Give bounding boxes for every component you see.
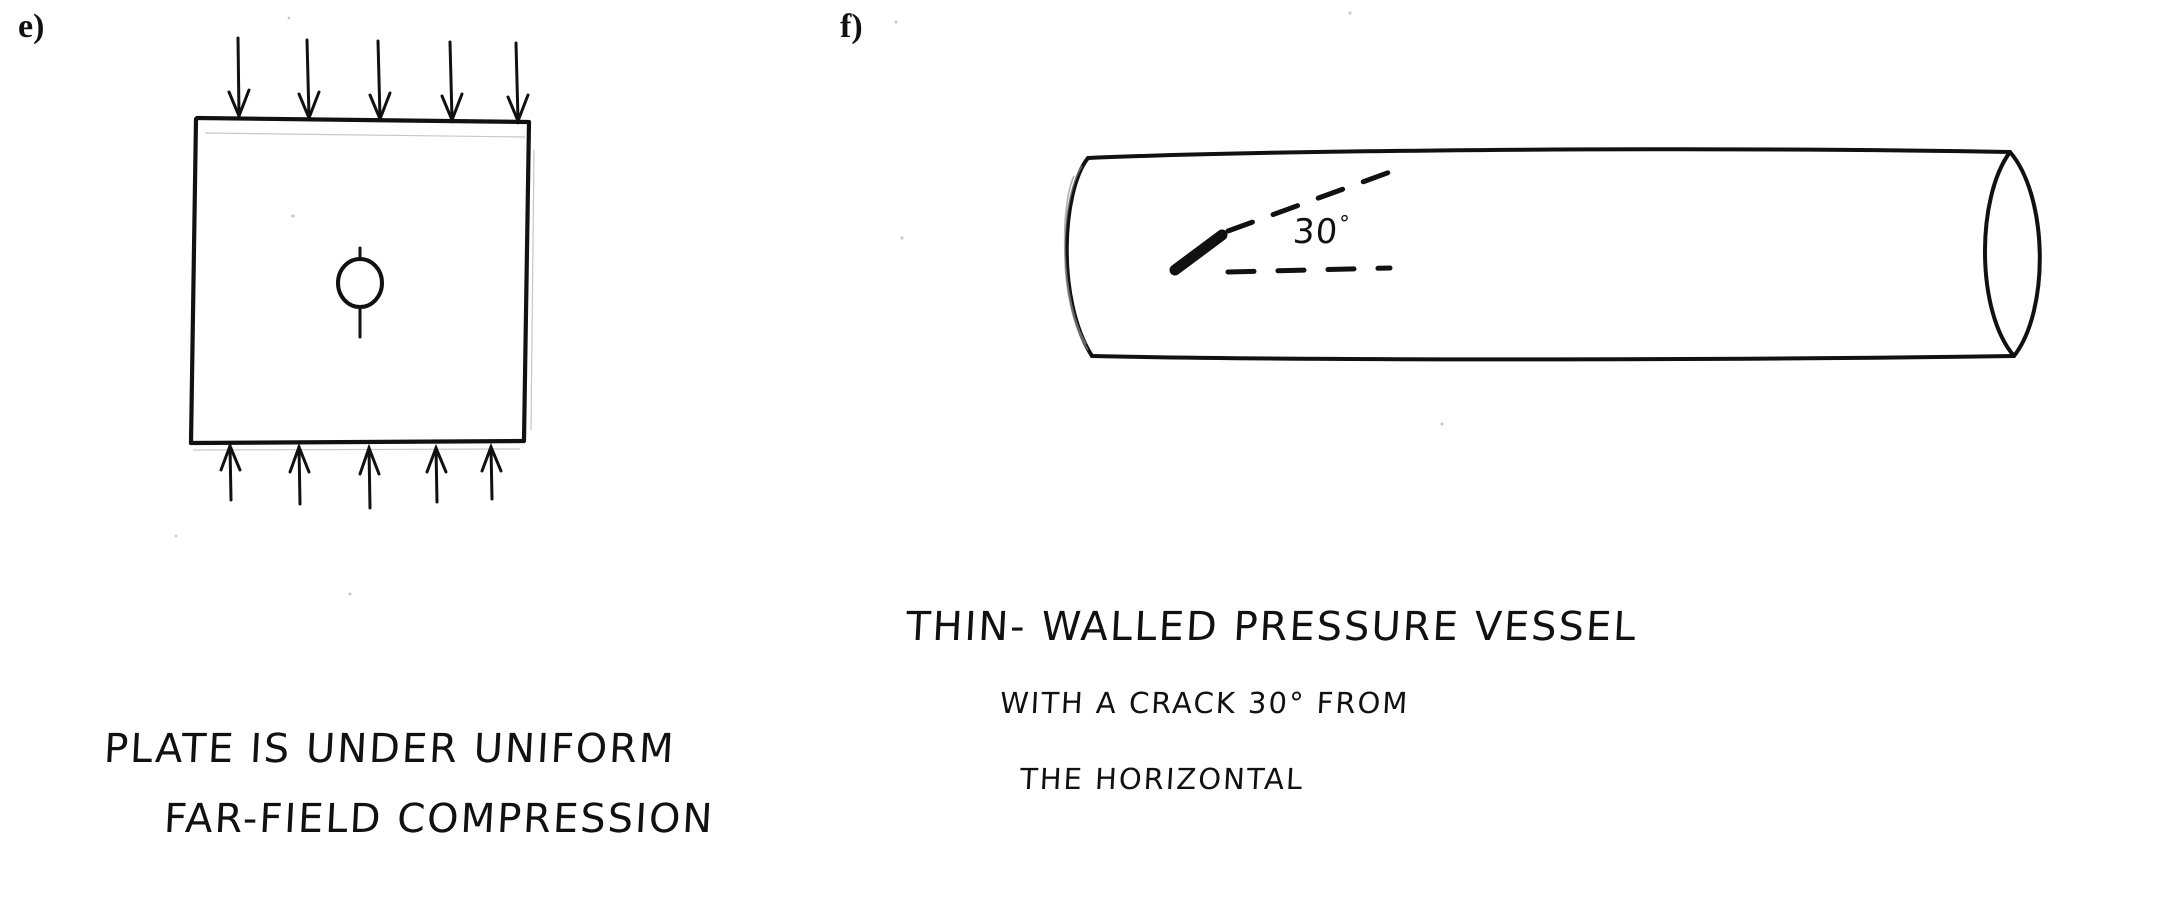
caption-f-line-3: THE HORIZONTAL	[1019, 762, 1306, 796]
cylinder-body	[1064, 147, 2016, 362]
bottom-load-arrows	[219, 441, 503, 510]
caption-f-line-1-text: THIN- WALLED PRESSURE VESSEL	[904, 604, 1639, 650]
caption-e-line-2: FAR-FIELD COMPRESSION	[162, 796, 716, 842]
angle-label-value: 30	[1291, 212, 1340, 252]
degree-symbol-icon: °	[1338, 210, 1352, 236]
panel-f: f) 30° THIN- WALLED PRESSURE VESSEL WITH…	[830, 0, 2174, 923]
crack-mark	[1169, 229, 1228, 276]
top-load-arrows	[227, 36, 530, 126]
horizontal-reference-dashed-line	[1225, 265, 1393, 275]
caption-f-line-2-text: WITH A CRACK 30° FROM	[999, 686, 1411, 720]
plate-outline	[188, 115, 532, 446]
caption-e-line-2-text: FAR-FIELD COMPRESSION	[162, 796, 716, 842]
caption-f-line-2: WITH A CRACK 30° FROM	[999, 686, 1411, 720]
cylinder-right-cap	[1983, 150, 2042, 358]
plate-outline-ghost	[192, 132, 535, 451]
panel-e: e) PLATE IS UNDER UNIFORM FAR-FIELD COMP…	[0, 0, 830, 923]
angle-label-30-degrees: 30°	[1291, 210, 1352, 252]
scan-speckles	[894, 11, 1444, 426]
central-hole	[336, 257, 384, 309]
pressure-vessel-figure	[894, 11, 2042, 426]
caption-e-line-1-text: PLATE IS UNDER UNIFORM	[102, 726, 677, 772]
scan-speckles	[174, 16, 352, 596]
figure-page: e) PLATE IS UNDER UNIFORM FAR-FIELD COMP…	[0, 0, 2174, 923]
caption-e-line-1: PLATE IS UNDER UNIFORM	[102, 726, 677, 772]
caption-f-line-3-text: THE HORIZONTAL	[1019, 762, 1306, 796]
caption-f-line-1: THIN- WALLED PRESSURE VESSEL	[904, 604, 1639, 650]
plate-with-hole-figure	[174, 16, 535, 596]
